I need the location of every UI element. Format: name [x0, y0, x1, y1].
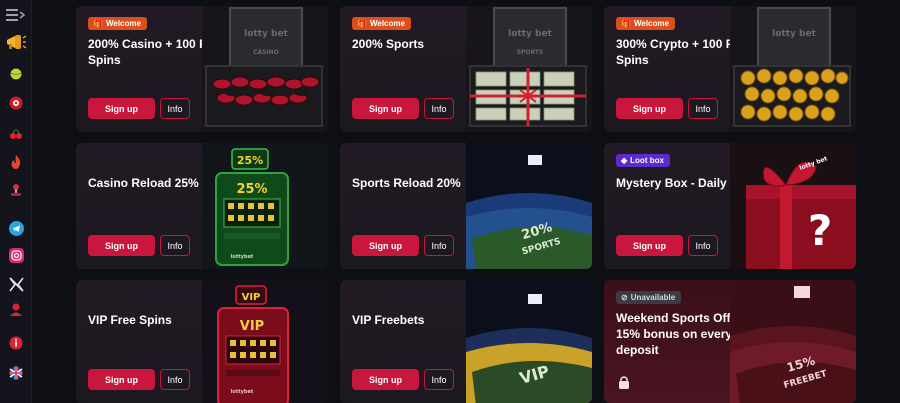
promo-card-sports-reload: Sports Reload 20% Sign up Info 20% SPORT…	[340, 143, 592, 269]
welcome-badge: 🎁 Welcome	[352, 17, 411, 30]
promo-card-casino-welcome: 🎁 Welcome 200% Casino + 100 Free Spins Si…	[76, 6, 328, 132]
support-agent-icon[interactable]	[7, 300, 25, 318]
welcome-badge: 🎁 Welcome	[88, 17, 147, 30]
x-icon[interactable]	[7, 275, 25, 293]
blocked-icon: ⊘	[621, 293, 628, 302]
sign-up-button[interactable]: Sign up	[352, 369, 419, 390]
svg-text:VIP: VIP	[242, 292, 261, 303]
svg-text:lotty bet: lotty bet	[508, 29, 552, 39]
lock-icon	[619, 376, 629, 389]
gift-icon: 🎁	[357, 19, 367, 28]
svg-text:25%: 25%	[237, 154, 263, 167]
promo-card-casino-reload: Casino Reload 25% Sign up Info 25% 25% l…	[76, 143, 328, 269]
sign-up-button[interactable]: Sign up	[616, 235, 683, 256]
briefcase-chips-image: lotty bet CASINO	[202, 6, 328, 132]
sports-ball-icon[interactable]	[7, 65, 25, 83]
briefcase-coins-image: lotty bet	[730, 6, 856, 132]
telegram-icon[interactable]	[7, 219, 25, 237]
info-icon[interactable]	[7, 334, 25, 352]
stadium-vip-image: VIP	[466, 280, 592, 403]
svg-text:SPORTS: SPORTS	[517, 49, 544, 56]
info-button[interactable]: Info	[160, 98, 190, 119]
promo-card-crypto-welcome: 🎁 Welcome 300% Crypto + 100 Free Spins Si…	[604, 6, 856, 132]
promo-card-sports-welcome: 🎁 Welcome 200% Sports Sign up Info lotty …	[340, 6, 592, 132]
svg-text:25%: 25%	[236, 182, 267, 197]
sign-up-button[interactable]: Sign up	[88, 369, 155, 390]
roulette-icon[interactable]	[7, 94, 25, 112]
promo-card-mystery-box: ◆ Loot box Mystery Box - Daily Sign up In…	[604, 143, 856, 269]
joystick-icon[interactable]	[7, 181, 25, 199]
info-button[interactable]: Info	[160, 369, 190, 390]
sign-up-button[interactable]: Sign up	[88, 235, 155, 256]
sign-up-button[interactable]: Sign up	[352, 98, 419, 119]
svg-text:lottybet: lottybet	[231, 254, 254, 260]
sign-up-button[interactable]: Sign up	[352, 235, 419, 256]
svg-text:lottybet: lottybet	[231, 389, 254, 395]
menu-collapse-icon[interactable]	[6, 6, 26, 24]
loot-box-badge: ◆ Loot box	[616, 154, 670, 167]
megaphone-icon[interactable]	[5, 33, 27, 51]
svg-text:VIP: VIP	[240, 319, 264, 334]
sign-up-button[interactable]: Sign up	[616, 98, 683, 119]
language-uk-flag-icon[interactable]	[7, 364, 25, 382]
cube-icon: ◆	[621, 156, 628, 165]
gift-icon: 🎁	[621, 19, 631, 28]
info-button[interactable]: Info	[424, 369, 454, 390]
slot-machine-green-image: 25% 25% lottybet	[202, 143, 328, 269]
unavailable-badge: ⊘ Unavailable	[616, 291, 682, 304]
sign-up-button[interactable]: Sign up	[88, 98, 155, 119]
gift-icon: 🎁	[93, 19, 103, 28]
promotions-grid: 🎁 Welcome 200% Casino + 100 Free Spins Si…	[33, 0, 900, 403]
info-button[interactable]: Info	[160, 235, 190, 256]
svg-text:lotty bet: lotty bet	[244, 29, 288, 39]
cherry-icon[interactable]	[7, 124, 25, 142]
svg-text:?: ?	[808, 206, 832, 255]
gift-box-image: lotty bet ?	[730, 143, 856, 269]
sidebar	[0, 0, 32, 403]
info-button[interactable]: Info	[424, 98, 454, 119]
stadium-blue-image: 20% SPORTS	[466, 143, 592, 269]
welcome-badge: 🎁 Welcome	[616, 17, 675, 30]
info-button[interactable]: Info	[688, 98, 718, 119]
promo-card-vip-free-spins: VIP Free Spins Sign up Info VIP VIP lott…	[76, 280, 328, 403]
info-button[interactable]: Info	[688, 235, 718, 256]
instagram-icon[interactable]	[7, 246, 25, 264]
stadium-red-image: 15% FREEBET	[730, 280, 856, 403]
info-button[interactable]: Info	[424, 235, 454, 256]
svg-text:lotty bet: lotty bet	[772, 29, 816, 39]
briefcase-cash-image: lotty bet SPORTS	[466, 6, 592, 132]
promo-card-vip-freebets: VIP Freebets Sign up Info VIP	[340, 280, 592, 403]
slot-machine-red-image: VIP VIP lottybet	[202, 280, 328, 403]
promo-title: Weekend Sports Offer: 15% bonus on every…	[616, 311, 746, 357]
fire-icon[interactable]	[7, 153, 25, 171]
promo-card-weekend-sports: ⊘ Unavailable Weekend Sports Offer: 15% b…	[604, 280, 856, 403]
svg-text:CASINO: CASINO	[253, 49, 279, 56]
